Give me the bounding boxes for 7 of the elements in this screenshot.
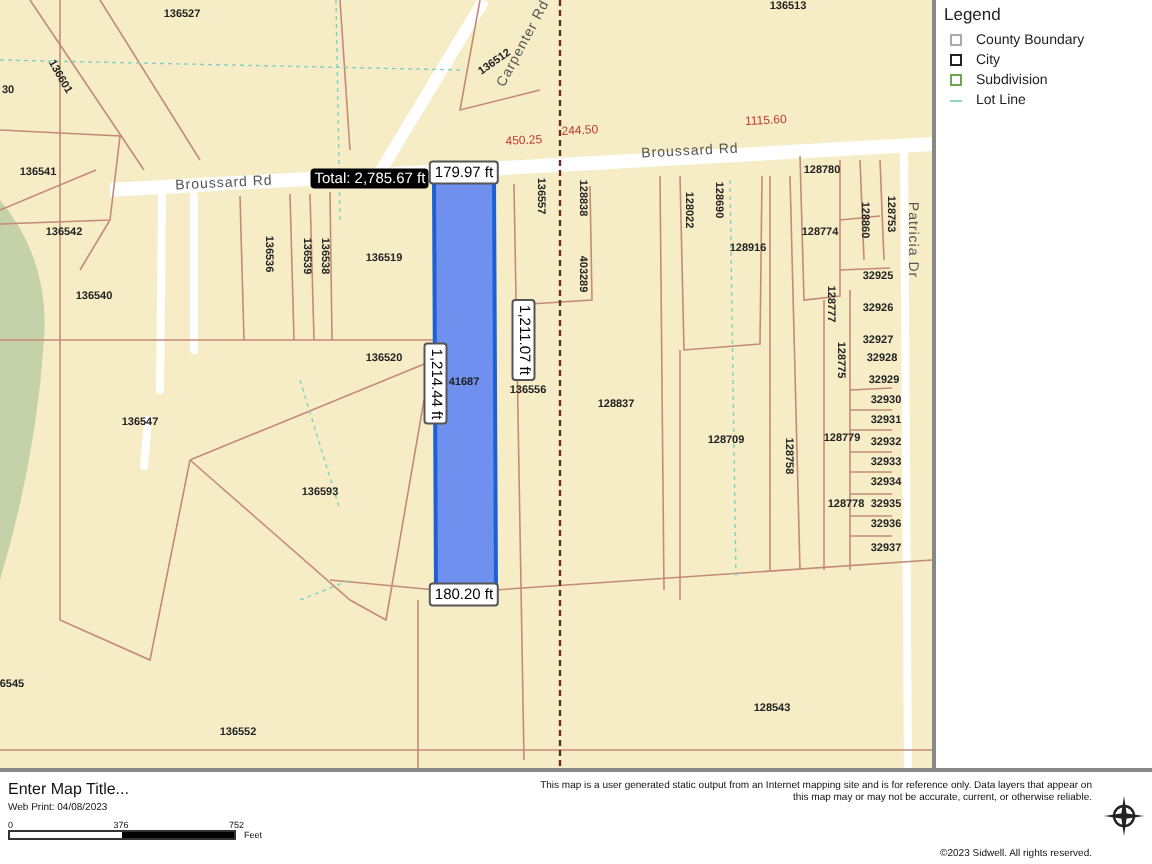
- lot-line-swatch-icon: [950, 99, 962, 101]
- city-swatch-icon: [950, 54, 962, 66]
- legend-title: Legend: [944, 4, 1003, 24]
- county-boundary-swatch-icon: [950, 34, 962, 46]
- compass-icon: [1104, 796, 1144, 836]
- map-title[interactable]: Enter Map Title...: [8, 780, 368, 798]
- subdivision-swatch-icon: [950, 74, 962, 86]
